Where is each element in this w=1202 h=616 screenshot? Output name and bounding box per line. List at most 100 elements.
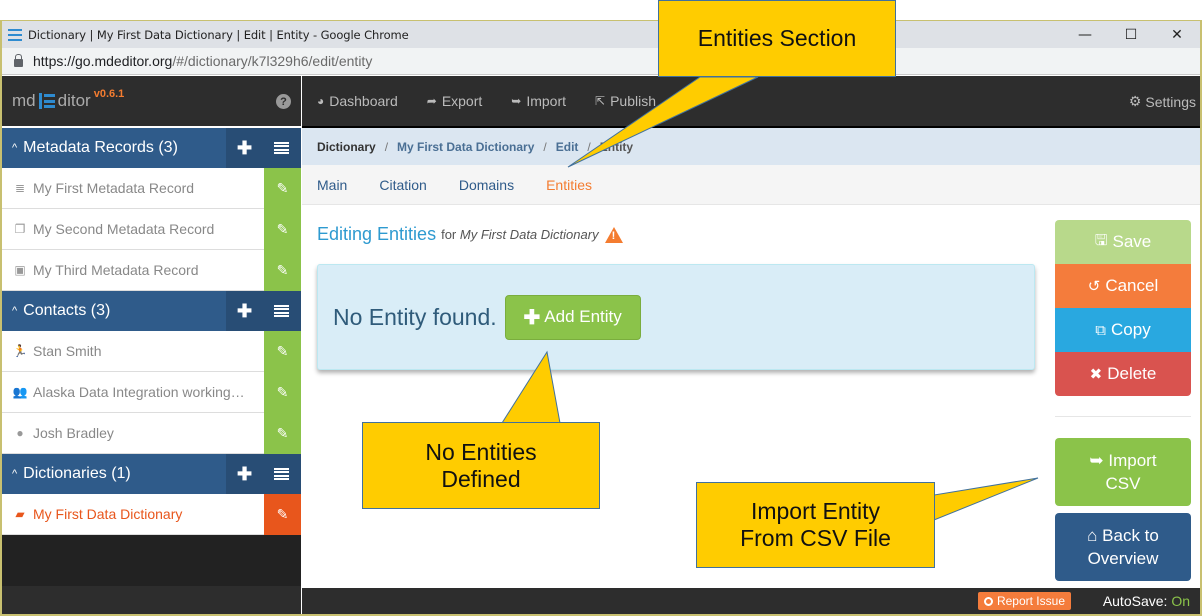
back-to-overview-button[interactable]: ⌂ Back to Overview bbox=[1055, 513, 1191, 581]
nav-export[interactable]: ➦ Export bbox=[427, 93, 483, 109]
section-header-metadata-records[interactable]: ^ Metadata Records (3) ✚ bbox=[2, 128, 301, 168]
sidebar-item-record-3[interactable]: ▣ My Third Metadata Record ✎ bbox=[2, 250, 301, 291]
breadcrumb-root: Dictionary bbox=[317, 139, 376, 154]
breadcrumb-separator: / bbox=[384, 139, 389, 154]
warning-icon[interactable]: ! bbox=[604, 226, 623, 243]
sidebar-item-record-1[interactable]: ≣ My First Metadata Record ✎ bbox=[2, 168, 301, 209]
autosave-label: AutoSave: bbox=[1102, 593, 1168, 609]
logo-icon bbox=[38, 93, 55, 109]
list-dictionaries-button[interactable] bbox=[263, 454, 300, 494]
maximize-button[interactable]: ☐ bbox=[1108, 21, 1154, 49]
clone-icon: ❐ bbox=[14, 222, 26, 236]
page-heading: Editing Entities bbox=[317, 224, 437, 244]
version-label: v0.6.1 bbox=[93, 88, 125, 100]
share-icon: ⇱ bbox=[595, 94, 606, 108]
sidebar-footer bbox=[2, 586, 301, 614]
tab-entities[interactable]: Entities bbox=[546, 177, 592, 193]
add-dictionary-button[interactable]: ✚ bbox=[226, 454, 263, 494]
breadcrumb: Dictionary / My First Data Dictionary / … bbox=[302, 128, 1200, 165]
section-header-dictionaries[interactable]: ^ Dictionaries (1) ✚ bbox=[2, 454, 301, 494]
help-icon[interactable]: ? bbox=[276, 94, 291, 109]
callout-text: Import Entity bbox=[750, 498, 881, 524]
minimize-button[interactable]: — bbox=[1062, 21, 1108, 49]
delete-button[interactable]: ✖ Delete bbox=[1055, 352, 1191, 396]
close-button[interactable]: ✕ bbox=[1154, 21, 1200, 49]
edit-button[interactable]: ✎ bbox=[264, 250, 301, 291]
edit-button[interactable]: ✎ bbox=[264, 372, 301, 413]
add-contact-button[interactable]: ✚ bbox=[226, 291, 263, 331]
add-entity-button[interactable]: ✚ Add Entity bbox=[504, 294, 641, 340]
nav-publish[interactable]: ⇱ Publish bbox=[595, 93, 656, 109]
edit-button[interactable]: ✎ bbox=[264, 331, 301, 372]
sidebar-item-contact-3[interactable]: ● Josh Bradley ✎ bbox=[2, 413, 301, 454]
report-issue-button[interactable]: Report Issue bbox=[977, 592, 1071, 610]
cancel-button[interactable]: ↺ Cancel bbox=[1055, 264, 1191, 308]
sidebar-item-record-2[interactable]: ❐ My Second Metadata Record ✎ bbox=[2, 209, 301, 250]
sidebar: md ditor v0.6.1 ? ^ Metadata Records (3)… bbox=[2, 76, 301, 614]
times-icon: ✖ bbox=[1089, 366, 1103, 383]
database-icon: ≣ bbox=[14, 181, 26, 195]
list-contacts-button[interactable] bbox=[263, 291, 300, 331]
floppy-icon: 🖫 bbox=[1094, 231, 1108, 249]
breadcrumb-link-dictionary[interactable]: My First Data Dictionary bbox=[397, 140, 534, 154]
section-title: Metadata Records (3) bbox=[23, 139, 178, 156]
callout-text: Entities Section bbox=[697, 25, 857, 51]
tab-main[interactable]: Main bbox=[317, 177, 347, 193]
empty-message: No Entity found. bbox=[333, 303, 497, 330]
page-subtitle: for My First Data Dictionary bbox=[441, 227, 599, 242]
item-label: My Third Metadata Record bbox=[33, 262, 199, 278]
copy-button[interactable]: ⧉ Copy bbox=[1055, 308, 1191, 352]
edit-button[interactable]: ✎ bbox=[264, 413, 301, 454]
plus-icon: ✚ bbox=[523, 306, 541, 329]
button-label: Cancel bbox=[1105, 276, 1159, 295]
breadcrumb-separator: / bbox=[587, 139, 591, 154]
edit-button[interactable]: ✎ bbox=[264, 168, 301, 209]
list-icon bbox=[274, 142, 289, 154]
empty-state-panel: No Entity found. ✚ Add Entity bbox=[317, 264, 1035, 370]
url-path: /#/dictionary/k7l329h6/edit/entity bbox=[172, 53, 373, 69]
page-title: Editing Entities for My First Data Dicti… bbox=[317, 224, 623, 245]
copy-icon: ⧉ bbox=[1095, 321, 1107, 339]
save-button[interactable]: 🖫 Save bbox=[1055, 220, 1191, 264]
item-label: My First Metadata Record bbox=[33, 180, 195, 196]
breadcrumb-current: Entity bbox=[599, 139, 634, 154]
divider bbox=[1055, 416, 1191, 417]
autosave-status[interactable]: AutoSave: On bbox=[1103, 593, 1190, 609]
section-header-contacts[interactable]: ^ Contacts (3) ✚ bbox=[2, 291, 301, 331]
brand[interactable]: md ditor v0.6.1 ? bbox=[2, 76, 301, 128]
edit-button[interactable]: ✎ bbox=[264, 494, 301, 535]
item-label: Stan Smith bbox=[33, 343, 102, 359]
import-csv-button[interactable]: ➥ Import CSV bbox=[1055, 438, 1191, 506]
edit-button[interactable]: ✎ bbox=[264, 209, 301, 250]
nav-settings[interactable]: ⚙ Settings bbox=[1129, 93, 1196, 110]
button-label: Save bbox=[1112, 232, 1152, 251]
address-bar[interactable]: https://go.mdeditor.org/#/dictionary/k7l… bbox=[2, 48, 1200, 75]
footer-bar: Report Issue AutoSave: On bbox=[302, 588, 1200, 614]
sidebar-item-contact-2[interactable]: 👥 Alaska Data Integration working… ✎ bbox=[2, 372, 301, 413]
lock-icon bbox=[14, 54, 23, 67]
list-icon bbox=[274, 305, 289, 317]
sidebar-item-contact-1[interactable]: 🏃 Stan Smith ✎ bbox=[2, 331, 301, 372]
breadcrumb-link-edit[interactable]: Edit bbox=[556, 140, 579, 154]
tab-domains[interactable]: Domains bbox=[459, 177, 514, 193]
nav-label: Export bbox=[441, 93, 483, 109]
tab-citation[interactable]: Citation bbox=[379, 177, 426, 193]
callout-text: From CSV File bbox=[740, 525, 891, 551]
list-icon bbox=[274, 468, 289, 480]
button-label: Back to bbox=[1102, 526, 1159, 545]
pencil-icon: ✎ bbox=[276, 343, 289, 359]
list-records-button[interactable] bbox=[263, 128, 300, 168]
brand-suffix: ditor bbox=[57, 91, 91, 110]
item-label: My Second Metadata Record bbox=[33, 221, 215, 237]
add-record-button[interactable]: ✚ bbox=[226, 128, 263, 168]
breadcrumb-separator: / bbox=[543, 139, 547, 154]
callout-import-csv: Import Entity From CSV File bbox=[696, 482, 935, 568]
nav-dashboard[interactable]: ◕ Dashboard bbox=[317, 93, 398, 109]
tab-bar: Main Citation Domains Entities bbox=[302, 165, 1200, 205]
nav-import[interactable]: ➥ Import bbox=[511, 93, 566, 109]
sidebar-item-dictionary-1[interactable]: ▰ My First Data Dictionary ✎ bbox=[2, 494, 301, 535]
nav-label: Settings bbox=[1145, 93, 1196, 110]
import-icon: ➥ bbox=[511, 94, 522, 108]
dictionary-name: My First Data Dictionary bbox=[459, 227, 599, 242]
nav-label: Import bbox=[526, 93, 567, 109]
